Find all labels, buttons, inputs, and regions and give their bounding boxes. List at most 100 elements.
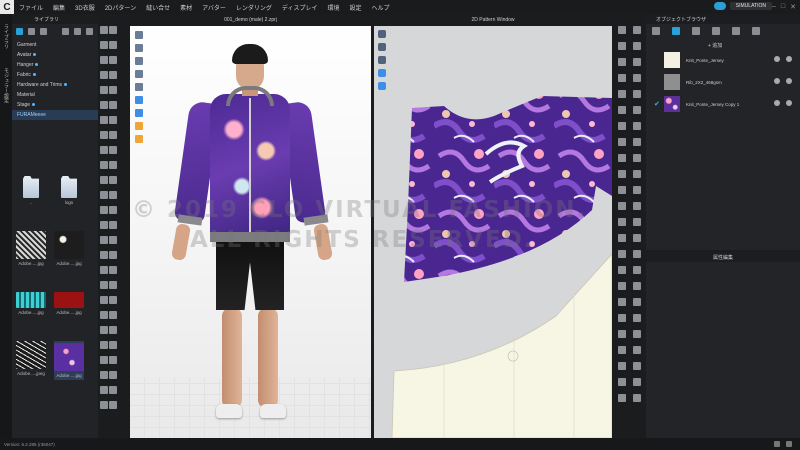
library-thumbnail[interactable]: logs (54, 176, 84, 205)
tool-icon[interactable] (108, 116, 117, 124)
tool-icon[interactable] (617, 106, 626, 114)
tool-icon[interactable] (632, 186, 641, 194)
cloud-library-icon[interactable] (40, 27, 47, 35)
tool-icon[interactable] (632, 298, 641, 306)
library-icon[interactable] (16, 27, 23, 35)
tool-icon[interactable] (632, 346, 641, 354)
tool-icon[interactable] (99, 341, 108, 349)
2d-fabric-icon[interactable] (378, 82, 386, 90)
copy-icon[interactable] (774, 100, 780, 106)
avatar-display-icon[interactable] (135, 70, 143, 78)
folder-icon[interactable] (28, 27, 35, 35)
tool-icon[interactable] (99, 296, 108, 304)
tool-icon[interactable] (632, 26, 641, 34)
tool-icon[interactable] (617, 346, 626, 354)
library-thumbnail[interactable]: Adobe.....jpg (16, 286, 46, 315)
menu-item[interactable]: 環境 (322, 3, 344, 12)
library-tree-item[interactable]: Hanger (12, 60, 98, 70)
tool-icon[interactable] (617, 330, 626, 338)
2d-texture-icon[interactable] (378, 69, 386, 77)
tool-icon[interactable] (99, 206, 108, 214)
tool-icon[interactable] (108, 401, 117, 409)
library-thumbnail[interactable]: Adobe.....jpeg (16, 341, 46, 376)
tool-icon[interactable] (108, 131, 117, 139)
tab-library[interactable]: ライブラリ (2, 24, 10, 49)
menu-item[interactable]: アバター (197, 3, 231, 12)
tool-icon[interactable] (108, 146, 117, 154)
tool-icon[interactable] (617, 74, 626, 82)
light-icon[interactable] (135, 135, 143, 143)
pin-icon[interactable] (135, 122, 143, 130)
tool-icon[interactable] (632, 330, 641, 338)
pattern-piece-back[interactable] (391, 253, 612, 438)
graphic-icon[interactable] (752, 27, 760, 35)
fabric-icon[interactable] (672, 27, 680, 35)
tool-icon[interactable] (632, 138, 641, 146)
tool-icon[interactable] (99, 371, 108, 379)
tool-icon[interactable] (99, 161, 108, 169)
2d-view-icon[interactable] (378, 30, 386, 38)
garment-display-icon[interactable] (135, 83, 143, 91)
menu-item[interactable]: ディスプレイ (277, 3, 323, 12)
list-icon[interactable] (652, 27, 660, 35)
2d-grid-icon[interactable] (378, 56, 386, 64)
tool-icon[interactable] (108, 266, 117, 274)
viewport-2d[interactable] (374, 26, 612, 438)
minimize-button[interactable]: – (772, 3, 776, 11)
tool-icon[interactable] (99, 251, 108, 259)
list-view-icon[interactable] (74, 27, 81, 35)
tool-icon[interactable] (617, 122, 626, 130)
tool-icon[interactable] (617, 298, 626, 306)
tool-icon[interactable] (108, 56, 117, 64)
tool-icon[interactable] (99, 176, 108, 184)
tab-modular[interactable]: モジュラー設定 (2, 68, 10, 103)
menu-item[interactable]: ヘルプ (367, 3, 395, 12)
tool-icon[interactable] (108, 41, 117, 49)
fabric-item[interactable]: Rib_2X2_468gsm (646, 71, 800, 93)
tool-icon[interactable] (99, 41, 108, 49)
tool-icon[interactable] (632, 314, 641, 322)
tool-icon[interactable] (632, 218, 641, 226)
tool-icon[interactable] (632, 282, 641, 290)
tool-icon[interactable] (108, 296, 117, 304)
camera-icon[interactable] (135, 44, 143, 52)
tool-icon[interactable] (99, 131, 108, 139)
library-tree-item[interactable]: Garment (12, 40, 98, 50)
tool-icon[interactable] (617, 58, 626, 66)
tool-icon[interactable] (108, 101, 117, 109)
tool-icon[interactable] (99, 71, 108, 79)
library-thumbnail[interactable]: .. (16, 176, 46, 205)
tool-icon[interactable] (99, 191, 108, 199)
texture-icon[interactable] (135, 57, 143, 65)
tool-icon[interactable] (99, 281, 108, 289)
tool-icon[interactable] (99, 401, 108, 409)
tool-icon[interactable] (108, 371, 117, 379)
thickness-icon[interactable] (135, 109, 143, 117)
avatar-figure[interactable] (168, 36, 338, 436)
pattern-piece-front[interactable] (404, 96, 612, 282)
tool-icon[interactable] (617, 154, 626, 162)
2d-zoom-icon[interactable] (378, 43, 386, 51)
tool-icon[interactable] (108, 161, 117, 169)
tool-icon[interactable] (99, 101, 108, 109)
tool-icon[interactable] (632, 394, 641, 402)
tool-icon[interactable] (632, 234, 641, 242)
tool-icon[interactable] (108, 386, 117, 394)
menu-item[interactable]: 素材 (175, 3, 197, 12)
tool-icon[interactable] (632, 266, 641, 274)
simulation-button[interactable]: SIMULATION (729, 2, 772, 10)
fabric-item[interactable]: Knit_Ponte_Jersey (646, 49, 800, 71)
tool-icon[interactable] (99, 311, 108, 319)
tool-icon[interactable] (108, 206, 117, 214)
tool-icon[interactable] (617, 394, 626, 402)
tool-icon[interactable] (617, 234, 626, 242)
fabric-render-icon[interactable] (135, 96, 143, 104)
fabric-item[interactable]: ✔ Knit_Ponte_Jersey Copy 1 (646, 93, 800, 115)
tool-icon[interactable] (632, 90, 641, 98)
tool-icon[interactable] (99, 56, 108, 64)
tool-icon[interactable] (108, 221, 117, 229)
tool-icon[interactable] (108, 86, 117, 94)
tool-icon[interactable] (632, 122, 641, 130)
viewport-3d[interactable] (130, 26, 371, 438)
tool-icon[interactable] (632, 378, 641, 386)
